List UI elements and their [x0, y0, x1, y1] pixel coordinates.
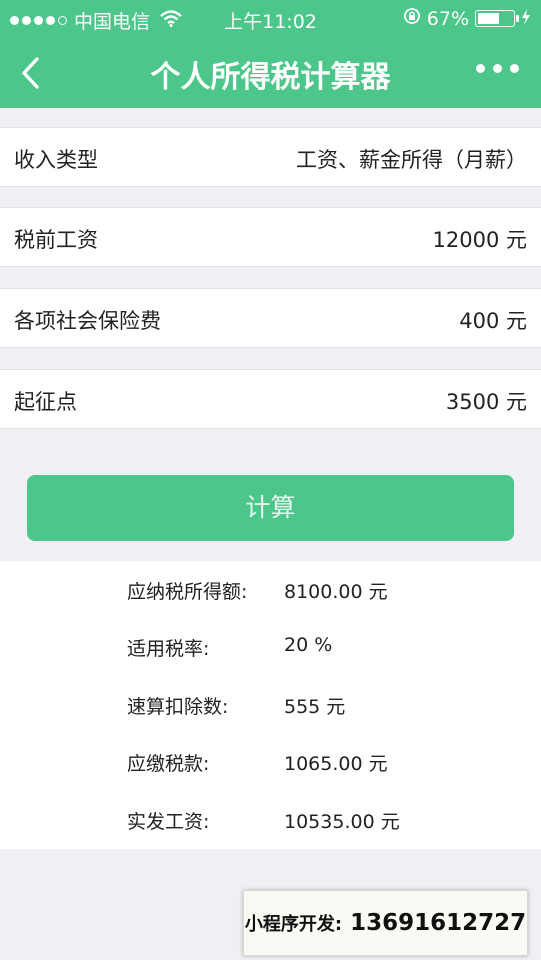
promo-banner: 小程序开发: 13691612727: [243, 890, 528, 956]
status-bar: 中国电信 上午11:02 67%: [0, 0, 541, 36]
result-row: 应纳税所得额: 8100.00 元: [0, 577, 541, 607]
insurance-label: 各项社会保险费: [14, 309, 161, 333]
insurance-input[interactable]: 400 元: [459, 305, 527, 335]
calculate-button[interactable]: 计算: [27, 475, 514, 541]
result-row: 应缴税款: 1065.00 元: [0, 749, 541, 779]
taxable-income-label: 应纳税所得额:: [127, 581, 248, 603]
tax-payable-label: 应缴税款:: [127, 753, 210, 775]
battery-percent: 67%: [426, 7, 469, 30]
result-row: 实发工资: 10535.00 元: [0, 807, 541, 837]
income-type-row[interactable]: 收入类型 工资、薪金所得（月薪）: [0, 127, 541, 187]
tax-rate-label: 适用税率:: [127, 638, 210, 660]
income-type-select[interactable]: 工资、薪金所得（月薪）: [296, 144, 527, 174]
promo-label: 小程序开发:: [244, 914, 343, 935]
status-right: 67%: [403, 7, 531, 30]
threshold-row[interactable]: 起征点 3500 元: [0, 369, 541, 429]
net-salary-value: 10535.00 元: [284, 811, 400, 833]
result-row: 速算扣除数: 555 元: [0, 692, 541, 722]
threshold-input[interactable]: 3500 元: [446, 386, 527, 416]
threshold-label: 起征点: [14, 390, 77, 414]
net-salary-label: 实发工资:: [127, 811, 210, 833]
salary-row[interactable]: 税前工资 12000 元: [0, 207, 541, 267]
result-row: 适用税率: 20 %: [0, 634, 541, 664]
quick-deduction-label: 速算扣除数:: [127, 696, 229, 718]
top-bar: 中国电信 上午11:02 67% 个人所得税计算器: [0, 0, 541, 108]
battery-icon: [475, 10, 519, 27]
more-options-icon[interactable]: [476, 64, 519, 73]
quick-deduction-value: 555 元: [284, 696, 346, 718]
insurance-row[interactable]: 各项社会保险费 400 元: [0, 288, 541, 348]
nav-bar: 个人所得税计算器: [0, 36, 541, 108]
charging-icon: [521, 8, 531, 30]
salary-input[interactable]: 12000 元: [433, 224, 527, 254]
taxable-income-value: 8100.00 元: [284, 581, 388, 603]
results-panel: 应纳税所得额: 8100.00 元 适用税率: 20 % 速算扣除数: 555 …: [0, 561, 541, 849]
page-title: 个人所得税计算器: [150, 60, 391, 95]
tax-payable-value: 1065.00 元: [284, 753, 388, 775]
promo-phone: 13691612727: [350, 910, 527, 936]
income-type-label: 收入类型: [14, 148, 98, 172]
orientation-lock-icon: [403, 7, 421, 30]
salary-label: 税前工资: [14, 228, 98, 252]
tax-rate-value: 20 %: [284, 634, 333, 656]
